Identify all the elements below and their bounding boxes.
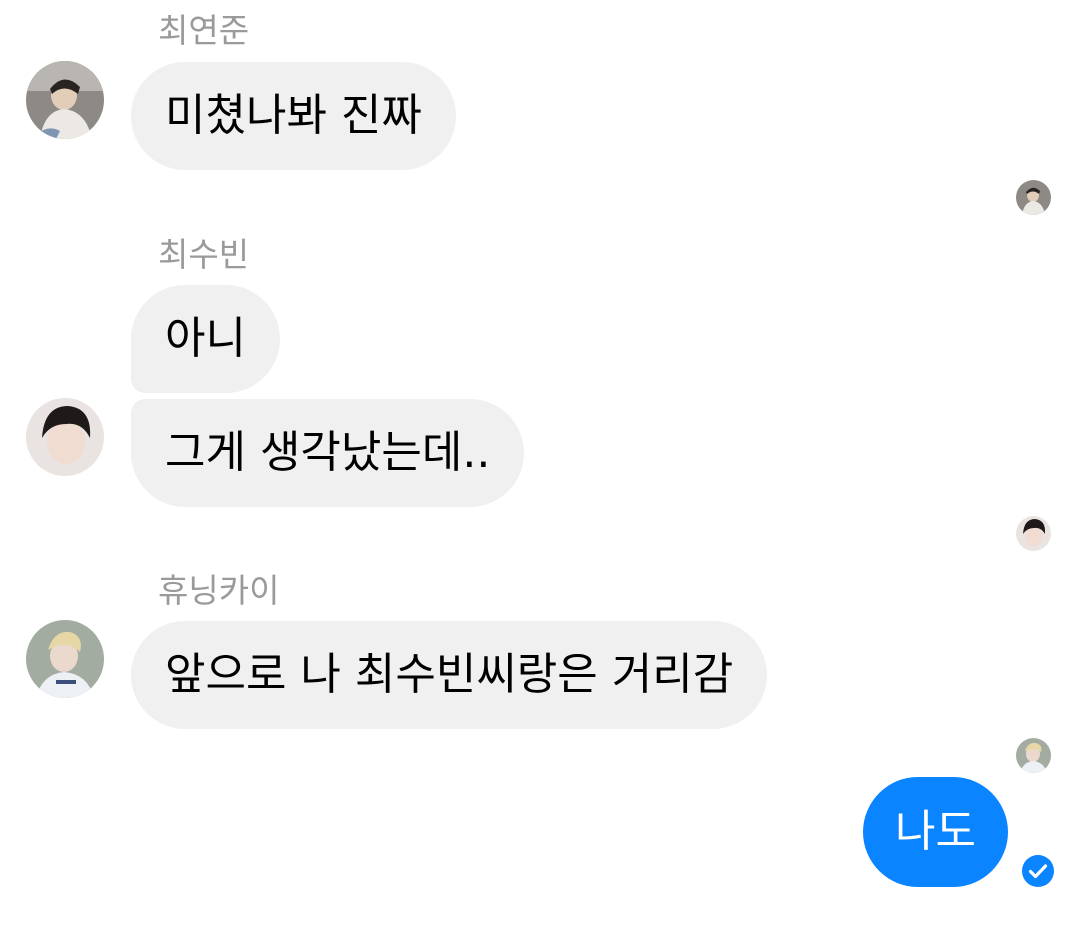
avatar-yeonjun[interactable] [26, 61, 104, 139]
message-bubble-outgoing[interactable]: 나도 [863, 777, 1008, 887]
message-bubble-soobin-1[interactable]: 아니 [131, 285, 280, 393]
message-bubble-hueningkai[interactable]: 앞으로 나 최수빈씨랑은 거리감 [131, 621, 768, 729]
avatar-soobin[interactable] [26, 398, 104, 476]
read-receipt-avatar-hueningkai [1016, 738, 1051, 773]
avatar-hueningkai[interactable] [26, 620, 104, 698]
sender-name-soobin: 최수빈 [158, 235, 250, 274]
sender-name-hueningkai: 휴닝카이 [158, 571, 280, 610]
message-bubble-soobin-2[interactable]: 그게 생각났는데.. [131, 399, 525, 507]
read-receipt-avatar-yeonjun [1016, 180, 1051, 215]
message-bubble-yeonjun[interactable]: 미쳤나봐 진짜 [131, 62, 456, 170]
read-receipt-avatar-soobin [1016, 516, 1051, 551]
check-circle-icon [1021, 854, 1055, 888]
sender-name-yeonjun: 최연준 [158, 11, 250, 50]
